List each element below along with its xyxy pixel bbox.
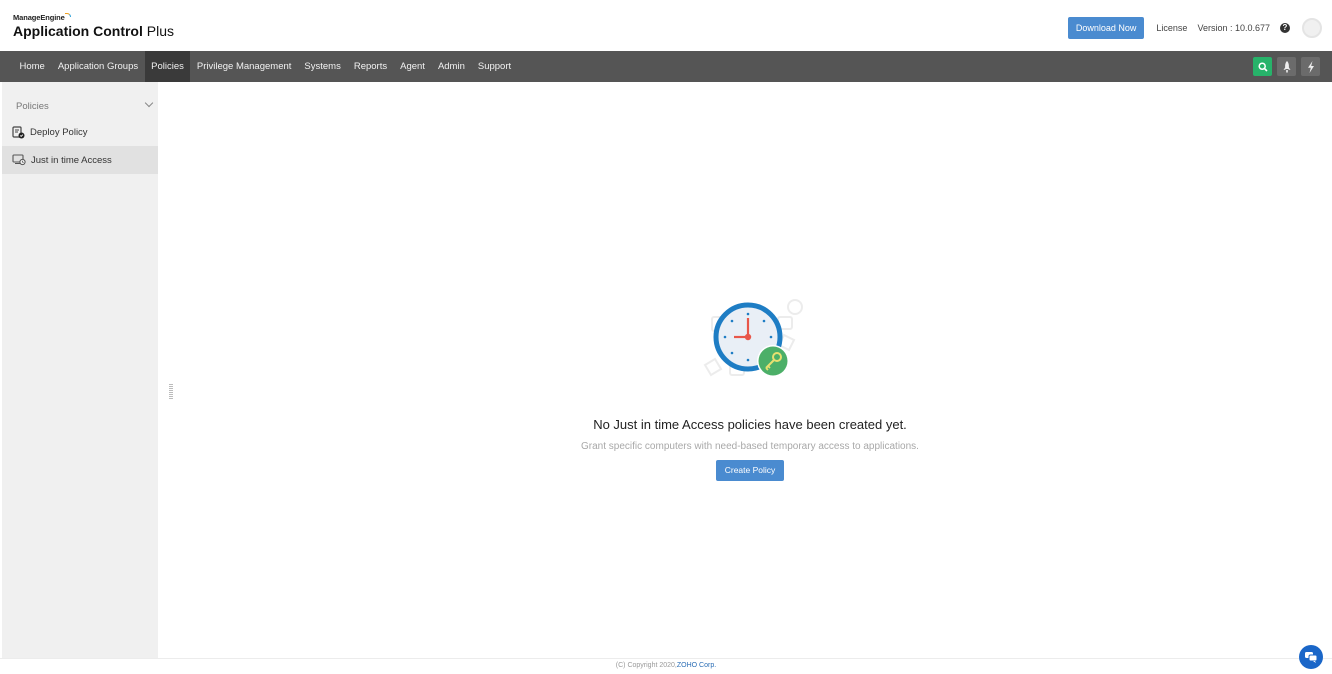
quick-actions-button[interactable] <box>1301 57 1320 76</box>
product-name-light: Plus <box>142 23 175 39</box>
product-name: Application Control Plus <box>13 23 174 39</box>
top-header: ManageEngine Application Control Plus Do… <box>0 0 1332 50</box>
sidebar-item-label: Just in time Access <box>31 154 112 166</box>
nav-home[interactable]: Home <box>13 51 51 82</box>
rocket-icon <box>1283 60 1290 72</box>
main-nav: Home Application Groups Policies Privile… <box>0 51 1332 82</box>
chat-button[interactable] <box>1299 645 1323 669</box>
footer: (C) Copyright 2020,ZOHO Corp. <box>0 662 1332 669</box>
product-name-bold: Application Control <box>13 23 143 39</box>
sidebar: Policies Deploy Policy Just in time Acce… <box>2 82 158 658</box>
help-icon[interactable]: ? <box>1280 23 1290 33</box>
sidebar-item-label: Deploy Policy <box>30 126 88 138</box>
lightning-icon <box>1307 60 1314 73</box>
nav-application-groups[interactable]: Application Groups <box>51 51 144 82</box>
footer-divider <box>0 658 1332 659</box>
header-actions: Download Now License Version : 10.0.677 … <box>1067 17 1322 39</box>
nav-systems[interactable]: Systems <box>298 51 347 82</box>
chat-icon <box>1305 652 1318 663</box>
sidebar-item-just-in-time-access[interactable]: Just in time Access <box>2 146 158 174</box>
nav-agent[interactable]: Agent <box>394 51 432 82</box>
license-link[interactable]: License <box>1156 23 1187 33</box>
sidebar-section-policies[interactable]: Policies <box>16 98 154 112</box>
version-label: Version : 10.0.677 <box>1197 23 1270 33</box>
nav-admin[interactable]: Admin <box>431 51 471 82</box>
sidebar-resize-handle[interactable] <box>169 384 173 400</box>
sidebar-section-label: Policies <box>16 101 49 112</box>
nav-policies[interactable]: Policies <box>144 51 191 82</box>
nav-support[interactable]: Support <box>471 51 517 82</box>
just-in-time-icon <box>12 154 26 166</box>
search-button[interactable] <box>1253 57 1272 76</box>
empty-state-subtitle: Grant specific computers with need-based… <box>581 441 919 452</box>
brand-logo[interactable]: ManageEngine Application Control Plus <box>13 13 174 39</box>
vendor-label: ManageEngine <box>13 13 65 22</box>
create-policy-button[interactable]: Create Policy <box>716 460 784 481</box>
search-icon <box>1257 61 1268 72</box>
sidebar-item-deploy-policy[interactable]: Deploy Policy <box>2 118 158 146</box>
logo-arc-icon <box>64 13 71 17</box>
nav-privilege-management[interactable]: Privilege Management <box>190 51 298 82</box>
quick-launch-button[interactable] <box>1277 57 1296 76</box>
vendor-name: ManageEngine <box>13 13 174 22</box>
nav-tools <box>1253 57 1320 76</box>
user-avatar[interactable] <box>1302 18 1322 38</box>
copyright-text: (C) Copyright 2020, <box>615 662 677 669</box>
empty-state-title: No Just in time Access policies have bee… <box>593 417 907 432</box>
clock-with-key-icon <box>703 299 803 377</box>
deploy-policy-icon <box>12 125 25 138</box>
zoho-corp-link[interactable]: ZOHO Corp. <box>677 662 716 669</box>
nav-reports[interactable]: Reports <box>347 51 393 82</box>
chevron-down-icon[interactable] <box>144 98 154 108</box>
download-now-button[interactable]: Download Now <box>1067 17 1145 39</box>
